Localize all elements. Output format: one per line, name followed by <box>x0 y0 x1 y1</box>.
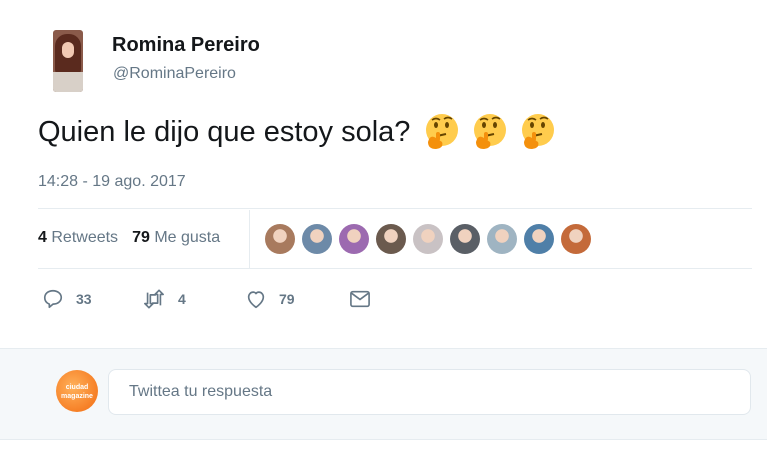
liker-avatar[interactable] <box>524 224 554 254</box>
like-button[interactable]: 79 <box>245 288 349 310</box>
liker-avatar[interactable] <box>376 224 406 254</box>
thinking-face-icon <box>522 114 555 149</box>
reply-input[interactable] <box>108 369 751 415</box>
heart-icon <box>247 291 265 309</box>
author-avatar[interactable] <box>53 30 83 92</box>
author-name[interactable]: Romina Pereiro <box>112 34 260 57</box>
likers-avatars <box>265 224 591 254</box>
like-count: 79 <box>279 291 295 307</box>
message-button[interactable] <box>349 289 371 309</box>
tweet-timestamp[interactable]: 14:28 - 19 ago. 2017 <box>38 173 186 191</box>
retweets-label: Retweets <box>51 229 119 246</box>
thinking-face-icon <box>426 114 459 149</box>
logo-text: ciudad magazine <box>61 384 93 400</box>
retweets-count: 4 <box>38 229 47 246</box>
retweet-count: 4 <box>178 291 186 307</box>
likes-label: Me gusta <box>154 229 221 246</box>
liker-avatar[interactable] <box>265 224 295 254</box>
stats-separator <box>249 210 250 268</box>
envelope-icon <box>350 290 370 308</box>
liker-avatar[interactable] <box>413 224 443 254</box>
liker-avatar[interactable] <box>302 224 332 254</box>
tweet-card: Romina Pereiro @RominaPereiro Quien le d… <box>0 0 767 348</box>
tweet-actions: 33 4 79 <box>42 288 371 310</box>
thinking-face-icon <box>474 114 507 149</box>
liker-avatar[interactable] <box>487 224 517 254</box>
retweet-button[interactable]: 4 <box>142 288 245 310</box>
liker-avatar[interactable] <box>339 224 369 254</box>
tweet-text-row: Quien le dijo que estoy sola? <box>38 112 558 152</box>
divider <box>38 208 752 209</box>
reply-icon <box>43 289 63 309</box>
retweet-icon <box>144 289 164 309</box>
liker-avatar[interactable] <box>450 224 480 254</box>
tweet-stats: 4 Retweets 79 Me gusta <box>38 229 220 247</box>
user-avatar-logo[interactable]: ciudad magazine <box>56 370 98 412</box>
reply-button[interactable]: 33 <box>42 288 142 310</box>
liker-avatar[interactable] <box>561 224 591 254</box>
tweet-text: Quien le dijo que estoy sola? <box>38 115 411 148</box>
likes-stat[interactable]: 79 Me gusta <box>132 229 220 247</box>
divider <box>38 268 752 269</box>
retweets-stat[interactable]: 4 Retweets <box>38 229 118 247</box>
likes-count: 79 <box>132 229 150 246</box>
author-handle[interactable]: @RominaPereiro <box>113 65 236 83</box>
reply-count: 33 <box>76 291 92 307</box>
